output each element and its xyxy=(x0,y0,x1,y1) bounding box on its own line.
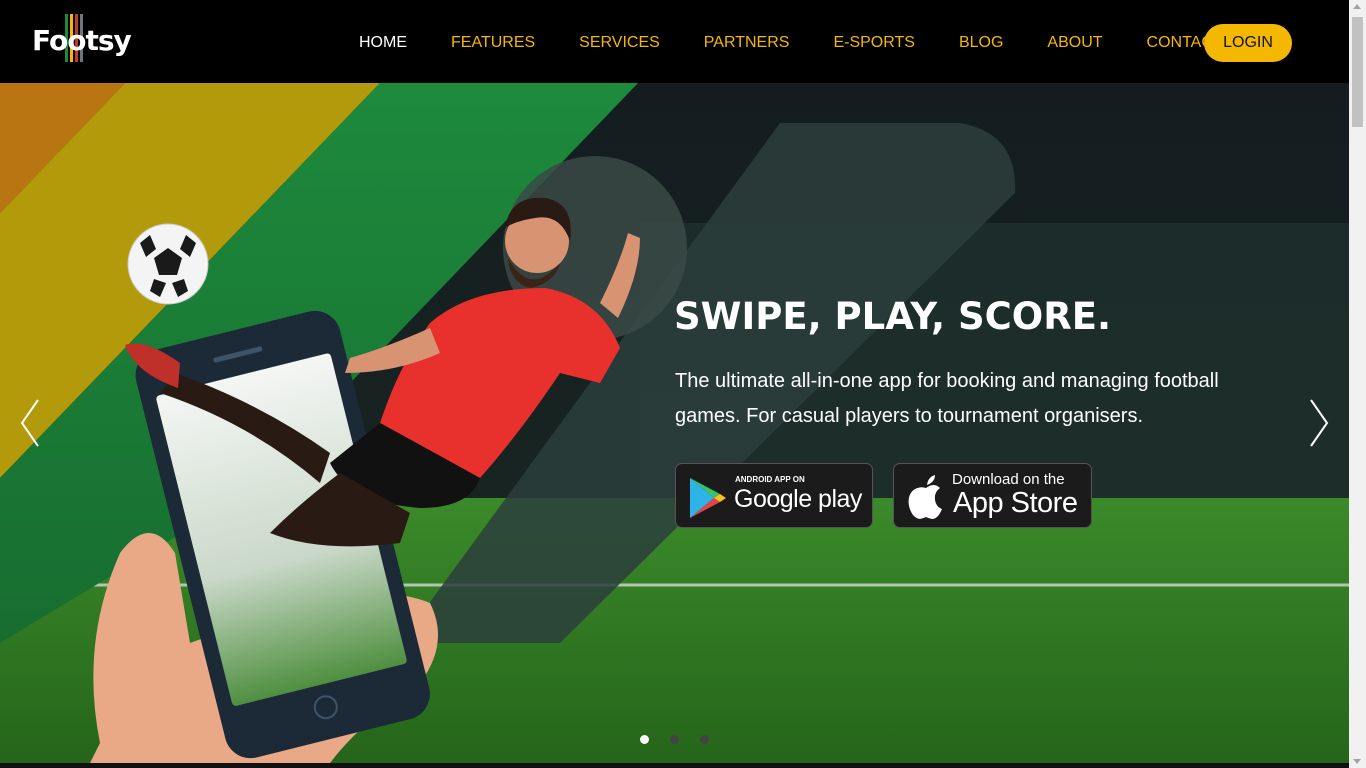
nav-services[interactable]: SERVICES xyxy=(557,24,682,62)
scroll-thumb[interactable] xyxy=(1352,17,1363,127)
scroll-down-icon[interactable] xyxy=(1353,759,1361,764)
login-button[interactable]: LOGIN xyxy=(1204,24,1292,62)
bottom-strip xyxy=(0,763,1349,768)
nav-blog[interactable]: BLOG xyxy=(937,24,1025,62)
footsy-logo[interactable]: Footsy xyxy=(32,14,132,70)
carousel-dot-2[interactable] xyxy=(670,735,679,744)
main-nav: HOME FEATURES SERVICES PARTNERS E-SPORTS… xyxy=(337,24,1245,62)
hero-title: SWIPE, PLAY, SCORE. xyxy=(674,295,1112,338)
nav-partners[interactable]: PARTNERS xyxy=(682,24,812,62)
nav-home[interactable]: HOME xyxy=(337,24,429,62)
google-play-icon xyxy=(690,478,726,518)
carousel-dot-1[interactable] xyxy=(640,735,649,744)
google-play-small-text: ANDROID APP ON xyxy=(735,475,805,484)
apple-icon xyxy=(908,475,942,519)
scroll-up-icon[interactable] xyxy=(1353,4,1361,9)
logo-text: Footsy xyxy=(32,24,132,57)
chevron-right-icon xyxy=(1310,399,1329,447)
nav-features[interactable]: FEATURES xyxy=(429,24,557,62)
page-scrollbar[interactable] xyxy=(1349,0,1366,768)
app-store-small-text: Download on the xyxy=(952,471,1065,488)
google-play-button[interactable]: ANDROID APP ON Google play xyxy=(675,463,873,528)
chevron-left-icon xyxy=(20,399,39,447)
carousel-next-button[interactable] xyxy=(1307,398,1331,448)
nav-about[interactable]: ABOUT xyxy=(1025,24,1124,62)
app-store-button[interactable]: Download on the App Store xyxy=(893,463,1092,528)
google-play-big-text: Google play xyxy=(734,485,862,513)
carousel-dots xyxy=(640,735,709,744)
app-store-big-text: App Store xyxy=(953,487,1078,519)
carousel-dot-3[interactable] xyxy=(700,735,709,744)
nav-esports[interactable]: E-SPORTS xyxy=(811,24,937,62)
hero-description: The ultimate all-in-one app for booking … xyxy=(675,370,1219,427)
site-header: Footsy HOME FEATURES SERVICES PARTNERS E… xyxy=(0,0,1349,83)
carousel-prev-button[interactable] xyxy=(18,398,42,448)
hero-carousel: SWIPE, PLAY, SCORE. The ultimate all-in-… xyxy=(0,83,1349,763)
